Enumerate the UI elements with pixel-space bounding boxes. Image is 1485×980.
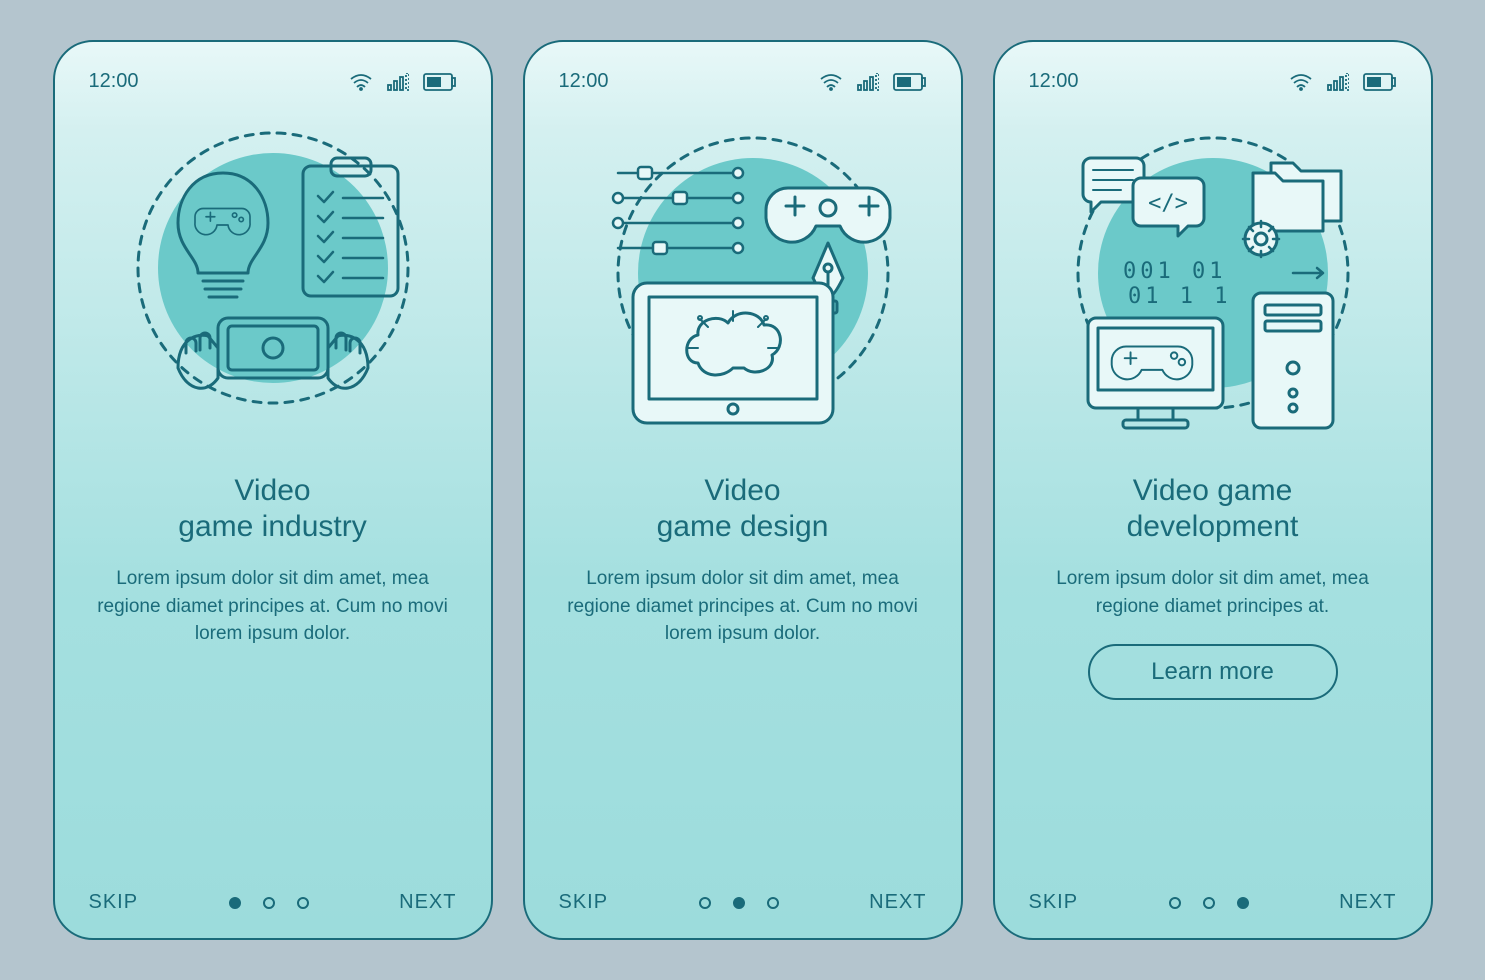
page-dot-1[interactable] bbox=[229, 897, 241, 909]
page-dot-2[interactable] bbox=[733, 897, 745, 909]
footer-nav: SKIP NEXT bbox=[1029, 891, 1397, 914]
status-time: 12:00 bbox=[89, 70, 139, 93]
battery-icon bbox=[1363, 73, 1397, 91]
page-dot-2[interactable] bbox=[263, 897, 275, 909]
page-dots bbox=[229, 897, 309, 909]
onboarding-screen-2: 12:00 bbox=[523, 40, 963, 940]
screen-description: Lorem ipsum dolor sit dim amet, mea regi… bbox=[89, 565, 457, 648]
screen-title: Video game development bbox=[1029, 473, 1397, 545]
page-dot-1[interactable] bbox=[699, 897, 711, 909]
page-dot-3[interactable] bbox=[1237, 897, 1249, 909]
content-block: Video game industry Lorem ipsum dolor si… bbox=[89, 473, 457, 648]
learn-more-button[interactable]: Learn more bbox=[1088, 644, 1338, 700]
content-block: Video game design Lorem ipsum dolor sit … bbox=[559, 473, 927, 648]
skip-button[interactable]: SKIP bbox=[559, 891, 609, 914]
status-bar: 12:00 bbox=[1029, 70, 1397, 93]
status-icons bbox=[349, 73, 457, 91]
signal-icon bbox=[857, 73, 879, 91]
status-bar: 12:00 bbox=[559, 70, 927, 93]
status-time: 12:00 bbox=[559, 70, 609, 93]
onboarding-screen-1: 12:00 bbox=[53, 40, 493, 940]
skip-button[interactable]: SKIP bbox=[1029, 891, 1079, 914]
screen-description: Lorem ipsum dolor sit dim amet, mea regi… bbox=[559, 565, 927, 648]
status-bar: 12:00 bbox=[89, 70, 457, 93]
signal-icon bbox=[387, 73, 409, 91]
svg-text:001 01: 001 01 bbox=[1123, 259, 1226, 284]
status-icons bbox=[819, 73, 927, 91]
svg-text:</>: </> bbox=[1148, 191, 1188, 216]
page-dot-2[interactable] bbox=[1203, 897, 1215, 909]
content-block: Video game development Lorem ipsum dolor… bbox=[1029, 473, 1397, 700]
page-dot-1[interactable] bbox=[1169, 897, 1181, 909]
screen-description: Lorem ipsum dolor sit dim amet, mea regi… bbox=[1029, 565, 1397, 620]
skip-button[interactable]: SKIP bbox=[89, 891, 139, 914]
svg-text:01 1 1: 01 1 1 bbox=[1128, 284, 1231, 309]
next-button[interactable]: NEXT bbox=[399, 891, 456, 914]
wifi-icon bbox=[349, 73, 373, 91]
page-dot-3[interactable] bbox=[767, 897, 779, 909]
footer-nav: SKIP NEXT bbox=[559, 891, 927, 914]
page-dot-3[interactable] bbox=[297, 897, 309, 909]
illustration-design bbox=[559, 123, 927, 453]
battery-icon bbox=[893, 73, 927, 91]
illustration-industry bbox=[89, 123, 457, 453]
next-button[interactable]: NEXT bbox=[869, 891, 926, 914]
footer-nav: SKIP NEXT bbox=[89, 891, 457, 914]
wifi-icon bbox=[819, 73, 843, 91]
status-time: 12:00 bbox=[1029, 70, 1079, 93]
battery-icon bbox=[423, 73, 457, 91]
signal-icon bbox=[1327, 73, 1349, 91]
status-icons bbox=[1289, 73, 1397, 91]
onboarding-screen-3: 12:00 </> bbox=[993, 40, 1433, 940]
screen-title: Video game industry bbox=[89, 473, 457, 545]
illustration-development: </> 001 01 01 1 1 bbox=[1029, 123, 1397, 453]
next-button[interactable]: NEXT bbox=[1339, 891, 1396, 914]
wifi-icon bbox=[1289, 73, 1313, 91]
screen-title: Video game design bbox=[559, 473, 927, 545]
page-dots bbox=[699, 897, 779, 909]
page-dots bbox=[1169, 897, 1249, 909]
